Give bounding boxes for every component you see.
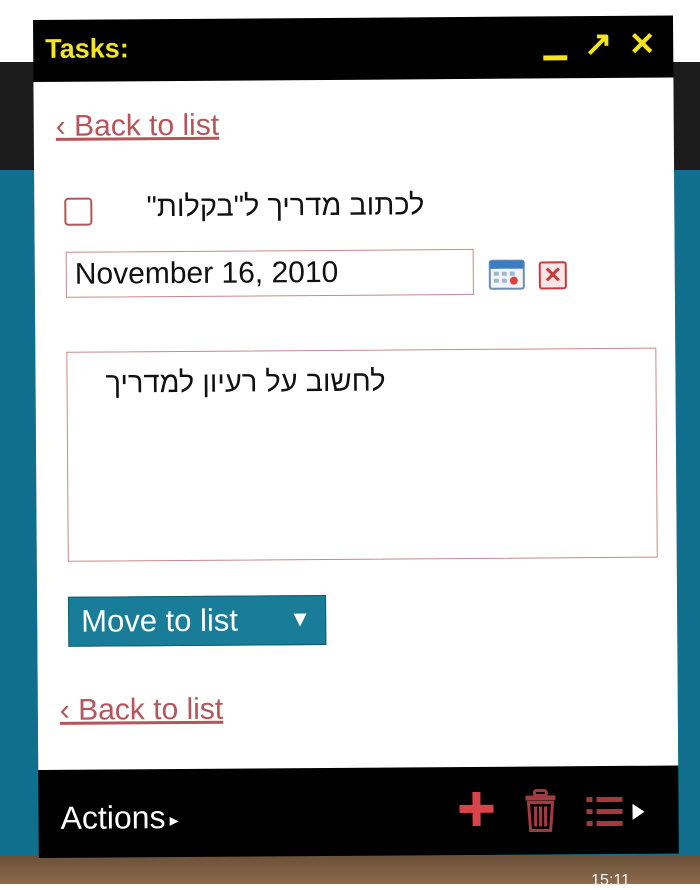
- minimize-icon: [543, 55, 567, 60]
- task-complete-checkbox[interactable]: [64, 198, 92, 226]
- actions-menu-button[interactable]: Actions▸: [60, 799, 178, 837]
- tasks-gadget-window: Tasks: ↗ ✕ ‹ Back to list לכתוב מדריך ל"…: [33, 16, 679, 858]
- task-row: לכתוב מדריך ל"בקלות": [64, 187, 424, 230]
- calendar-icon[interactable]: [488, 258, 526, 292]
- clear-date-icon[interactable]: ✕: [539, 261, 567, 289]
- taskbar: 15:11: [0, 856, 700, 884]
- trash-icon[interactable]: [522, 788, 558, 832]
- close-icon: ✕: [629, 25, 656, 63]
- actions-label: Actions: [60, 799, 165, 836]
- back-to-list-link[interactable]: ‹ Back to list: [56, 109, 220, 144]
- back-to-list-link-bottom[interactable]: ‹ Back to list: [60, 693, 224, 728]
- actions-caret-icon: ▸: [169, 810, 178, 830]
- title-bar[interactable]: Tasks: ↗ ✕: [33, 16, 673, 80]
- dropdown-caret-icon: ▼: [289, 606, 311, 632]
- gadget-footer: Actions▸: [38, 766, 679, 858]
- due-date-field[interactable]: [66, 249, 474, 298]
- list-menu-icon[interactable]: [584, 792, 650, 832]
- taskbar-clock: 15:11: [591, 872, 630, 890]
- task-notes-text: לחשוב על רעיון למדריך: [75, 366, 385, 401]
- task-title[interactable]: לכתוב מדריך ל"בקלות": [100, 189, 424, 224]
- window-title: Tasks:: [45, 33, 129, 65]
- expand-icon: ↗: [584, 24, 613, 64]
- task-details-panel: ‹ Back to list לכתוב מדריך ל"בקלות" ✕ לח…: [33, 78, 678, 770]
- expand-button[interactable]: ↗: [581, 24, 615, 64]
- close-button[interactable]: ✕: [625, 24, 659, 64]
- move-to-list-label: Move to list: [81, 603, 238, 640]
- move-to-list-dropdown[interactable]: Move to list ▼: [68, 595, 326, 647]
- minimize-button[interactable]: [538, 24, 572, 64]
- add-task-icon[interactable]: [456, 789, 496, 829]
